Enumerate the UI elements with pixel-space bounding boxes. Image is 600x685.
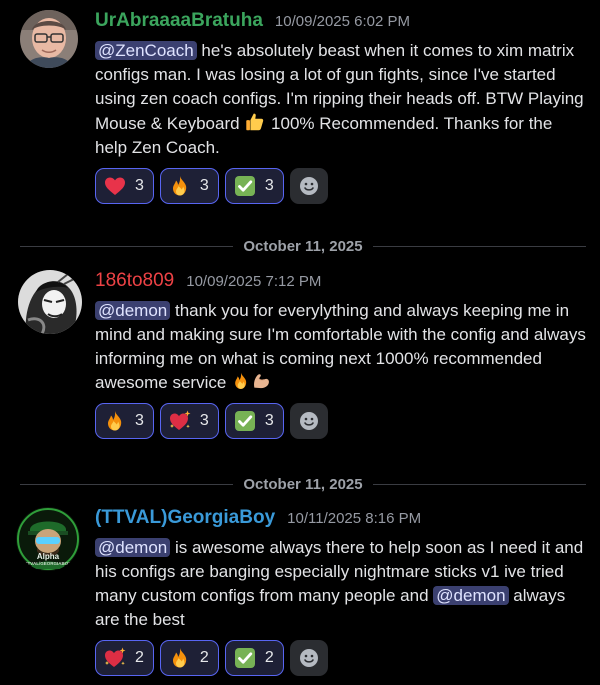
reaction-count: 3 <box>264 412 274 429</box>
fire-icon <box>168 174 192 198</box>
reactions: 3 3 3 <box>95 168 586 204</box>
reactions: 2 2 2 <box>95 640 586 676</box>
smile-icon <box>297 646 321 670</box>
date-divider-label: October 11, 2025 <box>243 237 363 255</box>
reaction-check[interactable]: 3 <box>224 403 284 439</box>
reaction-fire[interactable]: 2 <box>159 640 219 676</box>
reaction-count: 2 <box>135 649 144 666</box>
username[interactable]: (TTVAL)GeorgiaBoy <box>95 507 275 529</box>
reaction-check[interactable]: 3 <box>224 168 284 204</box>
timestamp: 10/09/2025 7:12 PM <box>186 273 322 290</box>
message-text: @ZenCoach he's absolutely beast when it … <box>95 39 586 160</box>
avatar-urabraaaabratuha[interactable] <box>20 10 78 68</box>
avatar-logo-text: Alpha <box>37 552 60 561</box>
sparkling-heart-icon <box>168 409 192 433</box>
check-icon <box>233 409 257 433</box>
mention[interactable]: @demon <box>95 301 171 320</box>
fire-icon <box>168 646 192 670</box>
date-divider: October 11, 2025 <box>20 474 586 494</box>
reaction-fire[interactable]: 3 <box>95 403 154 439</box>
avatar-186to809[interactable] <box>18 270 82 334</box>
reaction-count: 3 <box>135 412 144 429</box>
reaction-fire[interactable]: 3 <box>159 168 219 204</box>
username[interactable]: UrAbraaaaBratuha <box>95 10 263 32</box>
avatar-logo-subtext: TTVAL/GEORGIABOY <box>25 561 71 566</box>
reaction-count: 2 <box>264 649 274 666</box>
smile-icon <box>297 174 321 198</box>
username[interactable]: 186to809 <box>95 270 174 292</box>
reaction-count: 3 <box>135 177 144 194</box>
date-divider-label: October 11, 2025 <box>243 475 363 493</box>
reaction-count: 3 <box>199 412 209 429</box>
mention[interactable]: @ZenCoach <box>95 41 197 60</box>
add-reaction-button[interactable] <box>289 168 328 204</box>
timestamp: 10/09/2025 6:02 PM <box>274 13 411 30</box>
check-icon <box>233 174 257 198</box>
message-text: @demon thank you for everylything and al… <box>95 299 586 395</box>
mention[interactable]: @demon <box>95 538 171 557</box>
date-divider: October 11, 2025 <box>20 236 586 256</box>
reaction-sparkling-heart[interactable]: 2 <box>95 640 154 676</box>
reaction-sparkling-heart[interactable]: 3 <box>159 403 219 439</box>
sparkling-heart-icon <box>103 646 127 670</box>
reaction-count: 3 <box>264 177 274 194</box>
add-reaction-button[interactable] <box>289 403 328 439</box>
reactions: 3 3 3 <box>95 403 586 439</box>
smile-icon <box>297 409 321 433</box>
fire-icon <box>231 371 251 391</box>
reaction-check[interactable]: 2 <box>224 640 284 676</box>
thumbs-up-icon <box>244 111 266 133</box>
check-icon <box>233 646 257 670</box>
reaction-count: 2 <box>199 649 209 666</box>
add-reaction-button[interactable] <box>289 640 328 676</box>
avatar-georgiaboy[interactable]: Alpha TTVAL/GEORGIABOY <box>16 507 80 571</box>
reaction-count: 3 <box>199 177 209 194</box>
timestamp: 10/11/2025 8:16 PM <box>287 510 422 527</box>
fire-icon <box>103 409 127 433</box>
flexed-biceps-icon <box>251 371 271 391</box>
reaction-heart[interactable]: 3 <box>95 168 154 204</box>
mention[interactable]: @demon <box>433 586 509 605</box>
message-text: @demon is awesome always there to help s… <box>95 536 586 632</box>
heart-icon <box>103 174 127 198</box>
